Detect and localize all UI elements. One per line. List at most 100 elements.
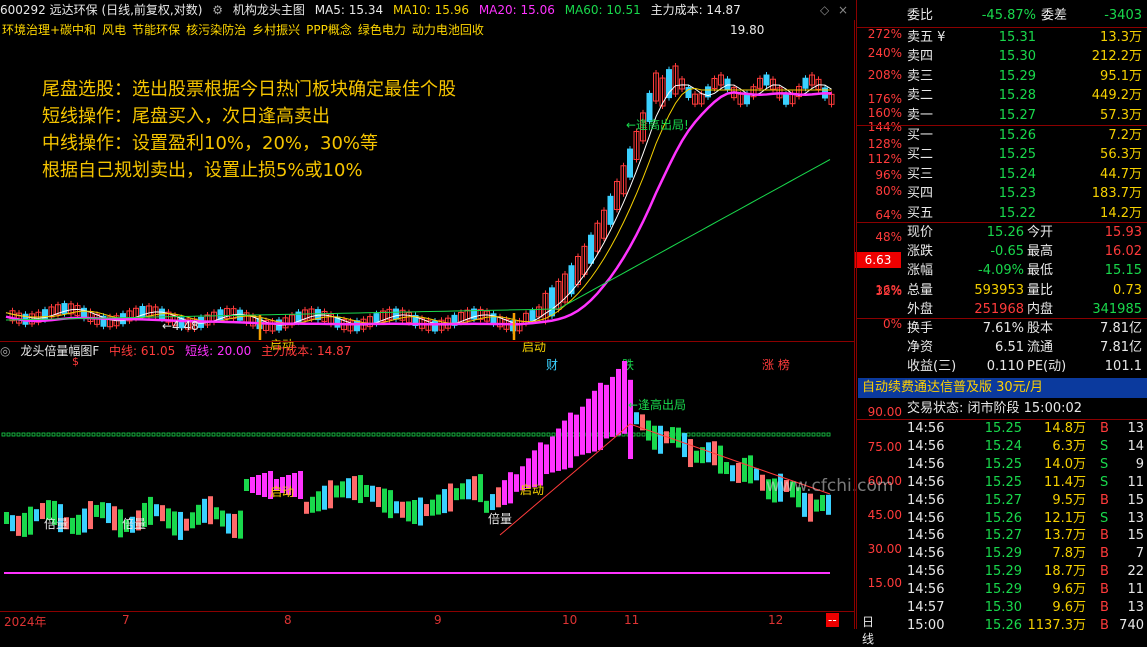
- diamond-icon[interactable]: ◇: [820, 3, 829, 17]
- chart-area[interactable]: 600292 远达环保 (日线,前复权,对数) ⚙ 机构龙头主图 MA5: 15…: [0, 0, 902, 646]
- indicator-bar: [742, 457, 747, 482]
- ask-row[interactable]: 卖二 15.28 449.2万: [856, 86, 1147, 105]
- dotted-mark: [786, 432, 791, 437]
- bid-row[interactable]: 买五 15.22 14.2万: [856, 204, 1147, 223]
- quote-label: 最高: [1027, 244, 1054, 260]
- dotted-mark: [166, 432, 171, 437]
- tick-row[interactable]: 14:56 15.26 12.1万 S 13: [856, 510, 1147, 528]
- stock-title[interactable]: 600292 远达环保 (日线,前复权,对数): [0, 3, 202, 17]
- tick-volume: 7.8万: [1052, 546, 1086, 562]
- tick-count: 11: [1127, 474, 1144, 490]
- promo-banner[interactable]: 自动续费通达信普及版 30元/月: [858, 378, 1147, 398]
- tick-row[interactable]: 14:56 15.25 11.4万 S 11: [856, 474, 1147, 492]
- indicator-bar: [364, 484, 369, 497]
- tick-row[interactable]: 14:56 15.25 14.0万 S 9: [856, 456, 1147, 474]
- concept-tag[interactable]: 节能环保: [132, 23, 180, 37]
- bid-row[interactable]: 买四 15.23 183.7万: [856, 184, 1147, 203]
- bid-row[interactable]: 买一 15.26 7.2万: [856, 126, 1147, 145]
- bid-row[interactable]: 买三 15.24 44.7万: [856, 165, 1147, 184]
- dotted-mark: [351, 432, 356, 437]
- quote-value: 15.15: [1104, 263, 1142, 279]
- tick-row[interactable]: 14:56 15.27 13.7万 B 15: [856, 527, 1147, 545]
- indicator-bar: [454, 488, 459, 501]
- indicator-bar: [106, 503, 111, 524]
- indicator-bar: [160, 505, 165, 522]
- dotted-mark: [66, 432, 71, 437]
- tick-row[interactable]: 14:56 15.29 7.8万 B 7: [856, 545, 1147, 563]
- indicator-bar: [76, 514, 81, 535]
- concept-tag[interactable]: 风电: [102, 23, 126, 37]
- ma60-value: MA60: 10.51: [564, 3, 641, 17]
- dotted-mark: [446, 432, 451, 437]
- fundamental-value: 7.81亿: [1100, 321, 1142, 336]
- bid-row[interactable]: 买二 15.25 56.3万: [856, 145, 1147, 164]
- dotted-mark: [431, 432, 436, 437]
- indicator-bar: [412, 499, 417, 524]
- dotted-mark: [286, 432, 291, 437]
- indicator-bar: [94, 504, 99, 517]
- concept-tag[interactable]: PPP概念: [306, 23, 352, 37]
- tick-time: 14:57: [907, 600, 945, 615]
- dotted-mark: [371, 432, 376, 437]
- tick-time: 14:56: [907, 492, 945, 508]
- dotted-mark: [741, 432, 746, 437]
- tick-volume: 14.8万: [1044, 421, 1086, 436]
- concept-tag[interactable]: 核污染防治: [186, 23, 246, 37]
- tick-price: 15.25: [984, 474, 1022, 490]
- indicator-bar: [304, 501, 309, 514]
- main-indicator-name[interactable]: 机构龙头主图: [233, 3, 305, 17]
- dotted-mark: [11, 432, 16, 437]
- dotted-mark: [56, 432, 61, 437]
- trade-status: 交易状态: 闭市阶段 15:00:02: [907, 401, 1083, 416]
- ask-row[interactable]: 卖一 15.27 57.3万: [856, 106, 1147, 125]
- tick-row[interactable]: 14:56 15.29 9.6万 B 11: [856, 581, 1147, 599]
- candle: [724, 78, 731, 90]
- concept-tag[interactable]: 乡村振兴: [252, 23, 300, 37]
- tick-row[interactable]: 14:56 15.25 14.8万 B 13: [856, 420, 1147, 438]
- indicator-bar: [730, 465, 735, 482]
- indicator-bar: [256, 475, 261, 495]
- tick-price: 15.24: [984, 438, 1022, 454]
- concept-tag[interactable]: 绿色电力: [358, 23, 406, 37]
- ask-row[interactable]: 卖三 15.29 95.1万: [856, 67, 1147, 86]
- indicator-chart[interactable]: [0, 360, 855, 612]
- close-icon[interactable]: ×: [838, 3, 848, 17]
- concept-tag[interactable]: 动力电池回收: [412, 23, 484, 37]
- indicator-title[interactable]: 龙头倍量幅图F: [20, 344, 99, 358]
- tick-time: 14:56: [907, 421, 945, 436]
- quote-label: 现价: [907, 225, 934, 240]
- fundamental-label: 净资: [907, 340, 934, 356]
- dotted-mark: [141, 432, 146, 437]
- dotted-mark: [31, 432, 36, 437]
- dotted-mark: [206, 432, 211, 437]
- indicator-bar: [490, 494, 495, 511]
- indicator-mid-line: 中线: 61.05: [109, 344, 176, 358]
- indicator-bar: [328, 480, 333, 509]
- dotted-mark: [96, 432, 101, 437]
- tick-volume: 12.1万: [1044, 510, 1086, 526]
- tick-row[interactable]: 15:00 15.26 1137.3万 B 740: [856, 617, 1147, 635]
- dotted-mark: [26, 432, 31, 437]
- dotted-mark: [696, 432, 701, 437]
- bid-volume: 56.3万: [1100, 147, 1142, 163]
- indicator-bar: [562, 420, 567, 470]
- chevron-down-icon[interactable]: ◎: [0, 344, 10, 358]
- indicator-bar: [370, 485, 375, 502]
- tick-volume: 14.0万: [1044, 456, 1086, 472]
- weibi-value: -45.87%: [981, 8, 1036, 23]
- tick-row[interactable]: 14:56 15.29 18.7万 B 22: [856, 563, 1147, 581]
- settings-icon[interactable]: ⚙: [212, 3, 223, 17]
- indicator-bar: [808, 493, 813, 522]
- tick-row[interactable]: 14:56 15.24 6.3万 S 14: [856, 438, 1147, 456]
- ask-row[interactable]: 卖四 15.30 212.2万: [856, 47, 1147, 66]
- tick-row[interactable]: 14:57 15.30 9.6万 B 13: [856, 599, 1147, 617]
- dotted-mark: [701, 432, 706, 437]
- tick-row[interactable]: 14:56 15.27 9.5万 B 15: [856, 492, 1147, 510]
- tick-volume: 18.7万: [1044, 564, 1086, 580]
- indicator-bar: [190, 512, 195, 529]
- ask-row[interactable]: 卖五 ¥ 15.31 13.3万: [856, 28, 1147, 47]
- dotted-mark: [231, 432, 236, 437]
- dotted-mark: [306, 432, 311, 437]
- indicator-bar: [478, 474, 483, 503]
- concept-tag[interactable]: 环境治理+碳中和: [2, 23, 96, 37]
